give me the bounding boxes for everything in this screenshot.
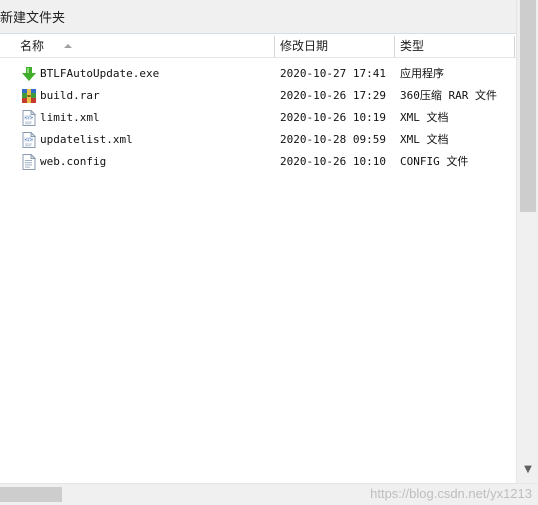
vertical-scrollbar-thumb[interactable] (520, 0, 536, 212)
column-resize-handle[interactable] (514, 36, 515, 57)
config-file-icon (21, 153, 37, 170)
file-name: updatelist.xml (40, 133, 133, 146)
file-type: CONFIG 文件 (400, 155, 469, 168)
column-header-name-label: 名称 (20, 39, 45, 53)
file-name: build.rar (40, 89, 100, 102)
xml-file-icon: </> (21, 131, 37, 148)
xml-file-icon: </> (21, 109, 37, 126)
svg-text:</>: </> (24, 115, 33, 121)
file-list: BTLFAutoUpdate.exe 2020-10-27 17:41 应用程序… (0, 63, 516, 173)
horizontal-scrollbar[interactable]: https://blog.csdn.net/yx1213 (0, 483, 538, 505)
horizontal-scrollbar-thumb[interactable] (0, 487, 62, 502)
file-date: 2020-10-26 17:29 (280, 89, 386, 102)
file-type: XML 文档 (400, 133, 449, 146)
file-row[interactable]: web.config 2020-10-26 10:10 CONFIG 文件 (0, 151, 516, 173)
file-row[interactable]: BTLFAutoUpdate.exe 2020-10-27 17:41 应用程序 (0, 63, 516, 85)
file-type: 360压缩 RAR 文件 (400, 89, 497, 102)
column-header-type[interactable]: 类型 (395, 36, 513, 57)
sort-ascending-icon (64, 44, 72, 48)
column-header-modified[interactable]: 修改日期 (275, 36, 393, 57)
watermark: https://blog.csdn.net/yx1213 (370, 486, 532, 501)
column-header-name[interactable]: 名称 (15, 36, 273, 57)
file-date: 2020-10-28 09:59 (280, 133, 386, 146)
file-name: web.config (40, 155, 107, 168)
green-download-arrow-icon (21, 66, 37, 82)
scroll-down-arrow-icon[interactable]: ▼ (517, 460, 538, 480)
column-header-modified-label: 修改日期 (280, 39, 329, 53)
file-row[interactable]: build.rar 2020-10-26 17:29 360压缩 RAR 文件 (0, 85, 516, 107)
file-row[interactable]: </> updatelist.xml 2020-10-28 09:59 XML … (0, 129, 516, 151)
file-date: 2020-10-27 17:41 (280, 67, 386, 80)
file-type: 应用程序 (400, 67, 444, 80)
column-header-row: 名称 修改日期 类型 (0, 36, 516, 58)
file-name: BTLFAutoUpdate.exe (40, 67, 160, 80)
rar-archive-icon (21, 88, 37, 104)
file-row[interactable]: </> limit.xml 2020-10-26 10:19 XML 文档 (0, 107, 516, 129)
file-name: limit.xml (40, 111, 100, 124)
svg-text:</>: </> (24, 137, 33, 143)
new-folder-button[interactable]: 新建文件夹 (0, 11, 65, 27)
vertical-scrollbar[interactable]: ▼ (516, 0, 538, 483)
file-date: 2020-10-26 10:10 (280, 155, 386, 168)
file-type: XML 文档 (400, 111, 449, 124)
command-bar: 新建文件夹 (0, 0, 516, 34)
column-header-type-label: 类型 (400, 39, 425, 53)
file-date: 2020-10-26 10:19 (280, 111, 386, 124)
